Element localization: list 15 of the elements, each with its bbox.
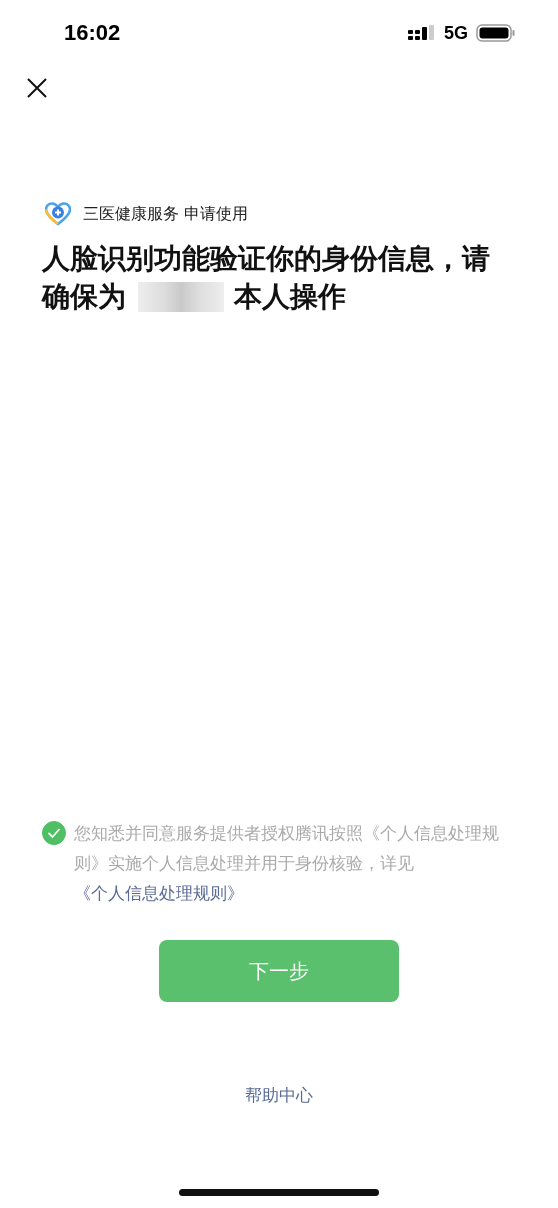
help-link[interactable]: 帮助中心 (245, 1084, 313, 1107)
close-icon[interactable] (27, 78, 47, 98)
network-label: 5G (444, 22, 468, 44)
tick-icon (47, 827, 61, 839)
heading-text: 确保为 (42, 279, 126, 315)
rules-link[interactable]: 《个人信息处理规则》 (74, 883, 244, 903)
agree-checkbox[interactable] (42, 821, 66, 845)
signal-icon (408, 25, 436, 41)
status-time: 16:02 (64, 20, 121, 46)
heading-text: 本人操作 (234, 279, 346, 315)
heart-plus-icon (45, 202, 71, 226)
consent-text: 您知悉并同意服务提供者授权腾讯按照《个人信息处理规则》实施个人信息处理并用于身份核验，详见 《个人信息处理规则》 (74, 822, 500, 905)
heading-text: 人脸识别功能验证你的身份信息，请 (42, 241, 490, 277)
app-name: 三医健康服务 申请使用 (83, 203, 249, 225)
battery-icon (476, 24, 516, 42)
